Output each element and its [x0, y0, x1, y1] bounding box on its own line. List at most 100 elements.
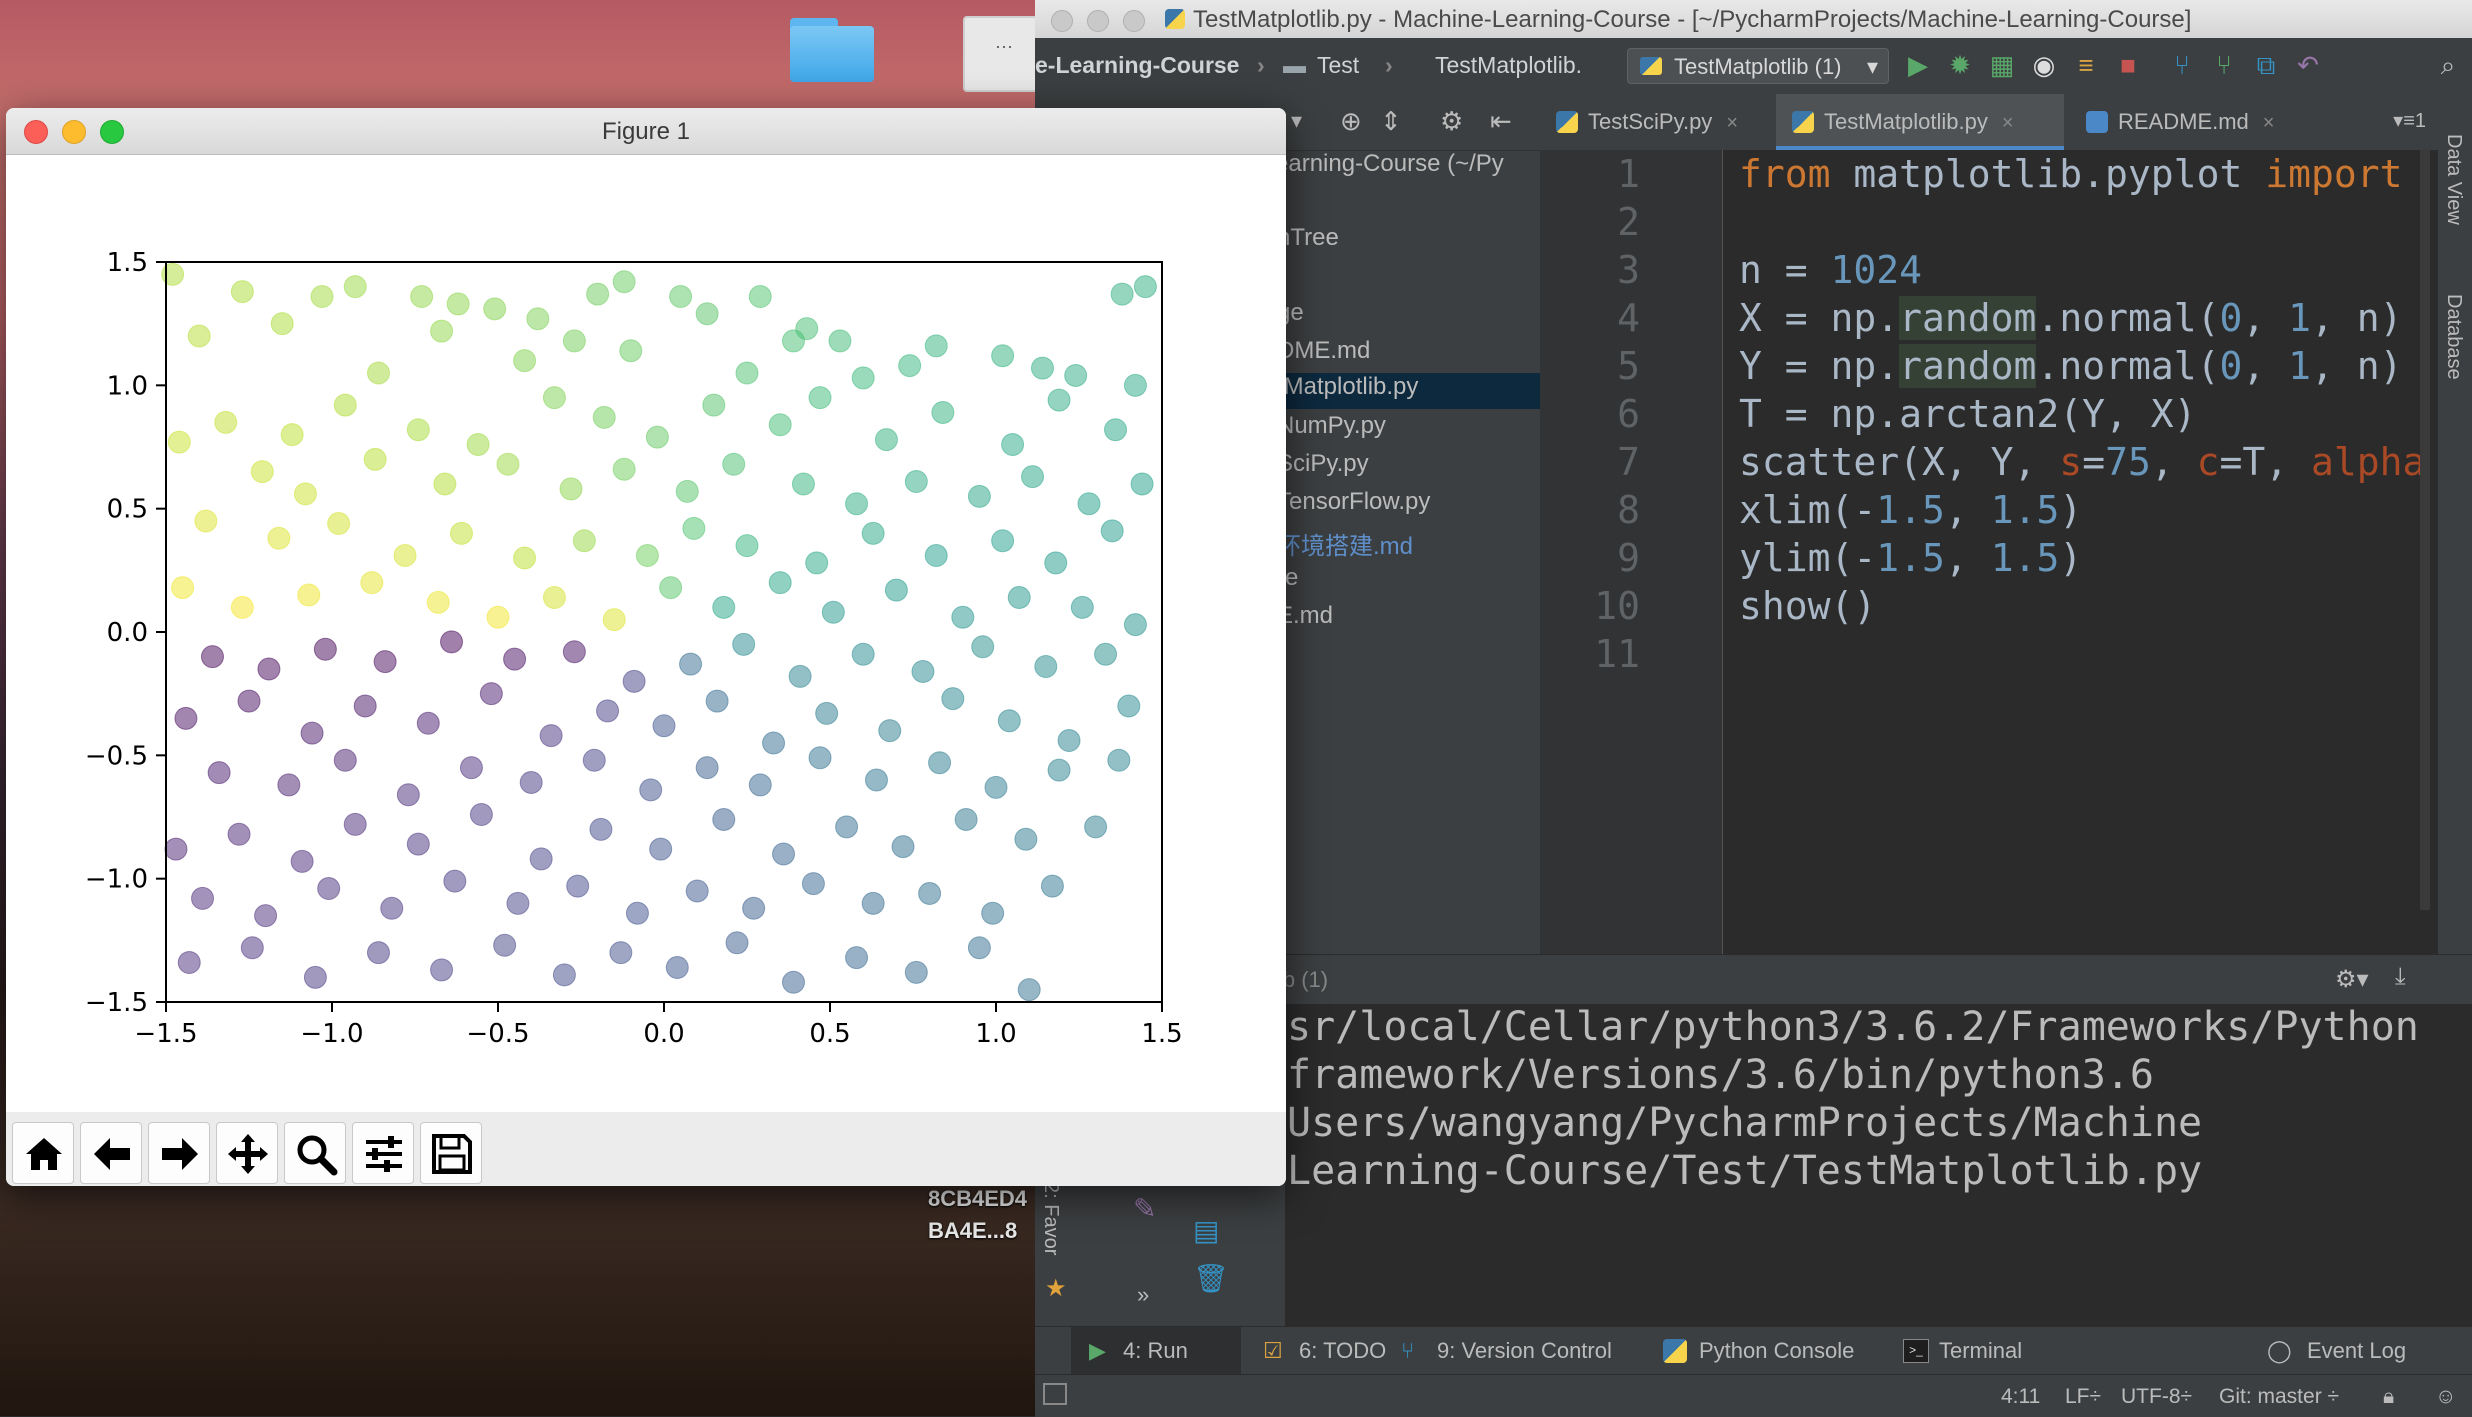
desktop-file-label[interactable]: BA4E...8	[928, 1218, 1017, 1244]
breadcrumb-folder[interactable]: Test	[1317, 52, 1359, 79]
trash-icon[interactable]: 🗑	[1193, 1262, 1229, 1295]
tab-python-console[interactable]: Python Console	[1663, 1327, 1854, 1375]
more-icon[interactable]: »	[1137, 1282, 1149, 1308]
tab-todo[interactable]: ☑ 6: TODO	[1263, 1327, 1386, 1375]
lock-icon[interactable]: 🔒︎	[2383, 1385, 2394, 1409]
tab-testscipy[interactable]: TestSciPy.py ×	[1540, 94, 1770, 150]
scatter-point	[191, 886, 215, 910]
code-line[interactable]: from matplotlib.pyplot import	[1739, 152, 2402, 196]
tree-item[interactable]: DME.md	[1277, 337, 1370, 365]
save-button[interactable]	[420, 1122, 482, 1184]
editor-scrollbar[interactable]	[2420, 150, 2430, 910]
zoom-button[interactable]	[1123, 10, 1145, 32]
tree-item[interactable]: NumPy.py	[1277, 412, 1386, 440]
code-line[interactable]: ylim(-1.5, 1.5)	[1739, 536, 2082, 580]
pan-button[interactable]	[216, 1122, 278, 1184]
profile-icon[interactable]: ◉	[2029, 50, 2059, 80]
tree-item[interactable]: SciPy.py	[1277, 450, 1369, 478]
file-encoding[interactable]: UTF-8÷	[2121, 1385, 2192, 1409]
print-icon[interactable]: ▤	[1193, 1214, 1219, 1247]
tool-window-bar: ▶ 4: Run ☑ 6: TODO ⑂ 9: Version Control Pyt…	[1035, 1326, 2472, 1375]
tree-item[interactable]: TensorFlow.py	[1277, 488, 1430, 516]
code-line[interactable]: show()	[1739, 584, 1876, 628]
folder-icon[interactable]	[790, 18, 874, 82]
scatter-point	[768, 413, 792, 437]
panel-toggle-icon[interactable]	[1043, 1383, 1067, 1405]
code-line[interactable]: scatter(X, Y, s=75, c=T, alpha	[1739, 440, 2425, 484]
scatter-point	[360, 571, 384, 595]
y-tick-label: −1.5	[85, 988, 148, 1018]
tree-item-selected[interactable]: tMatplotlib.py	[1270, 373, 1547, 409]
scatter-point	[406, 418, 430, 442]
back-button[interactable]	[80, 1122, 142, 1184]
coverage-icon[interactable]: ▦	[1987, 50, 2017, 80]
git-branch[interactable]: Git: master ÷	[2219, 1385, 2339, 1409]
search-icon[interactable]: ⌕	[2433, 50, 2463, 80]
tree-item[interactable]: nTree	[1277, 224, 1339, 252]
vcs-commit-icon[interactable]: ⑂	[2209, 50, 2239, 80]
tab-testmatplotlib[interactable]: TestMatplotlib.py ×	[1776, 94, 2064, 150]
zoom-rect-button[interactable]	[284, 1122, 346, 1184]
scatter-point	[430, 319, 454, 343]
desktop-file-label[interactable]: 8CB4ED4	[928, 1186, 1027, 1212]
hide-panel-icon[interactable]: ⇤	[1490, 106, 1512, 137]
minimize-button[interactable]	[1087, 10, 1109, 32]
concurrency-icon[interactable]: ≡	[2071, 50, 2101, 80]
vcs-update-icon[interactable]: ⑂	[2167, 50, 2197, 80]
scatter-point	[250, 460, 274, 484]
data-view-tool[interactable]: Data View	[2442, 134, 2465, 225]
scatter-plot[interactable]: −1.5 −1.0 −0.5 0.0 0.5 1.0 1.5 1.5 1.0 0.5 0.0 −0.…	[6, 154, 1286, 1112]
y-tick-label: 0.5	[107, 495, 148, 525]
y-tick-label: −1.0	[85, 865, 148, 895]
tab-readme[interactable]: README.md ×	[2070, 94, 2290, 150]
inspector-icon[interactable]: ☺	[2435, 1385, 2456, 1409]
tab-run[interactable]: ▶ 4: Run	[1071, 1327, 1241, 1375]
close-icon[interactable]: ×	[2002, 112, 2014, 134]
tree-item[interactable]: 环境搭建.md	[1277, 526, 1413, 561]
code-editor[interactable]: from matplotlib.pyplot import n = 1024 X…	[1723, 150, 2438, 954]
tab-version-control[interactable]: ⑂ 9: Version Control	[1401, 1327, 1612, 1375]
code-line[interactable]: Y = np.random.normal(0, 1, n)	[1739, 344, 2403, 388]
run-icon[interactable]: ▶	[1903, 50, 1933, 80]
scatter-point	[981, 901, 1005, 925]
hide-panel-icon[interactable]: ⤓	[2395, 963, 2406, 991]
project-root[interactable]: earning-Course (~/Py	[1275, 150, 1504, 178]
code-line[interactable]: X = np.random.normal(0, 1, n)	[1739, 296, 2403, 340]
caret-position[interactable]: 4:11	[2001, 1385, 2040, 1409]
debug-icon[interactable]: ✹	[1945, 50, 1975, 80]
stop-icon[interactable]: ■	[2113, 50, 2143, 80]
tab-event-log[interactable]: ◯ Event Log	[2267, 1327, 2406, 1375]
tab-terminal[interactable]: >_ Terminal	[1903, 1327, 2022, 1375]
database-tool[interactable]: Database	[2442, 294, 2465, 380]
tab-overflow-icon[interactable]: ▾≡1	[2393, 108, 2426, 133]
code-line[interactable]: T = np.arctan2(Y, X)	[1739, 392, 2197, 436]
favorites-tool[interactable]: 2: Favor	[1039, 1182, 1062, 1255]
close-button[interactable]	[1051, 10, 1073, 32]
breadcrumb-file[interactable]: TestMatplotlib.	[1435, 52, 1582, 79]
forward-button[interactable]	[148, 1122, 210, 1184]
configure-subplots-button[interactable]	[352, 1122, 414, 1184]
markdown-file-icon	[2086, 111, 2108, 133]
gear-icon[interactable]: ⚙	[1440, 106, 1463, 137]
locate-icon[interactable]: ⊕	[1340, 106, 1362, 137]
scatter-point	[194, 509, 218, 533]
scatter-point	[904, 470, 928, 494]
gear-icon[interactable]: ⚙▾	[2335, 965, 2369, 994]
line-separator[interactable]: LF÷	[2065, 1385, 2101, 1409]
close-icon[interactable]: ×	[2263, 112, 2275, 134]
close-icon[interactable]: ×	[1726, 112, 1738, 134]
vcs-compare-icon[interactable]: ⧉	[2251, 50, 2281, 80]
code-line[interactable]: n = 1024	[1739, 248, 1922, 292]
home-button[interactable]	[12, 1122, 74, 1184]
pin-icon[interactable]: ✎	[1133, 1192, 1156, 1225]
breadcrumb-project[interactable]: e-Learning-Course	[1035, 52, 1239, 79]
collapse-all-icon[interactable]: ⇕	[1380, 106, 1402, 137]
y-tick-label: 0.0	[107, 618, 148, 648]
code-line[interactable]: xlim(-1.5, 1.5)	[1739, 488, 2082, 532]
scatter-point	[954, 807, 978, 831]
vcs-history-icon[interactable]: ↶	[2293, 50, 2323, 80]
chevron-down-icon[interactable]: ▾	[1291, 108, 1302, 134]
scatter-point	[967, 936, 991, 960]
run-icon: ▶	[1089, 1338, 1106, 1363]
run-configuration-select[interactable]: TestMatplotlib (1) ▾	[1627, 48, 1889, 84]
